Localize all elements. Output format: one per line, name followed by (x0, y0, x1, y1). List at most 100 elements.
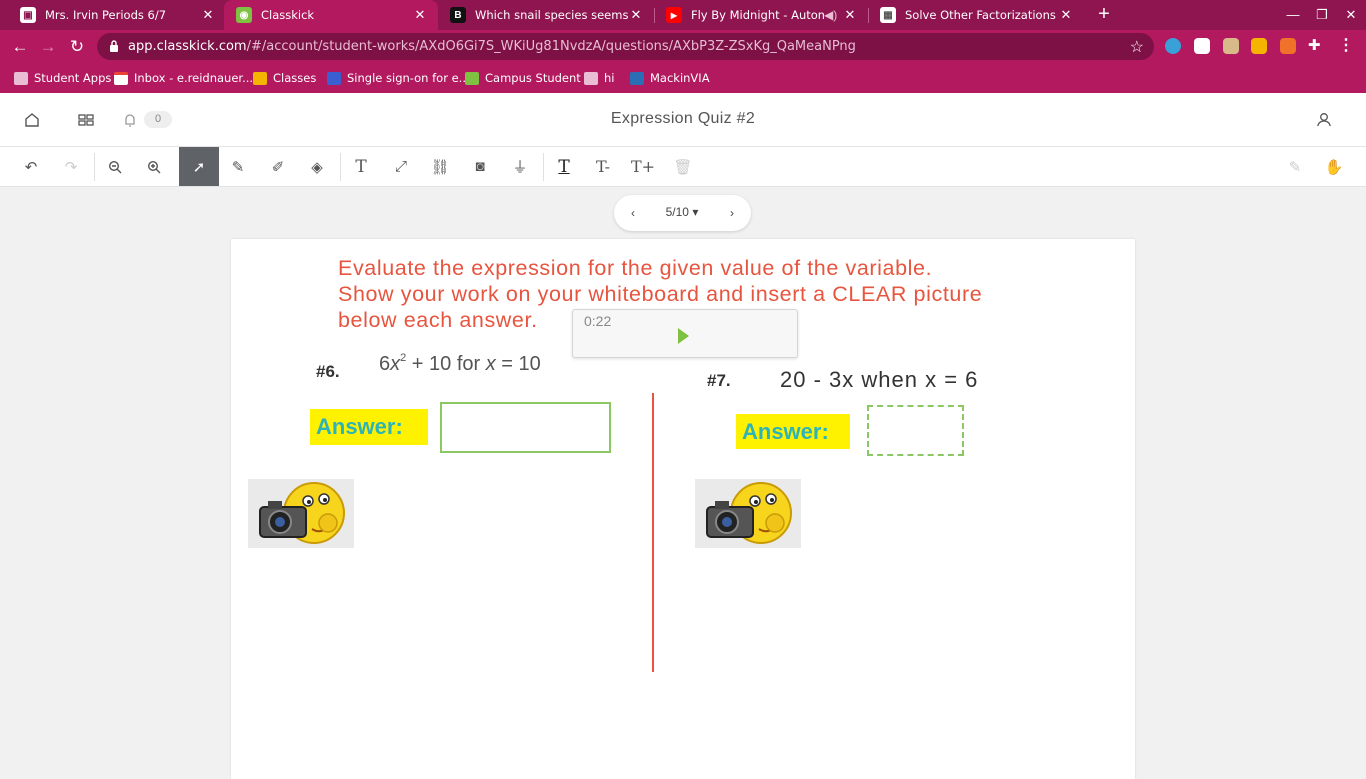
close-icon[interactable]: ✕ (628, 7, 644, 23)
audio-player[interactable]: 0:22 (572, 309, 798, 358)
camera-tool-icon[interactable]: ◙ (460, 147, 500, 186)
highlighter-icon[interactable]: ✐ (258, 147, 298, 186)
minimize-icon[interactable]: — (1278, 0, 1308, 30)
bookmark-hi[interactable]: hi (584, 69, 614, 87)
bookmarks-bar: Student Apps Inbox - e.reidnauer... Clas… (0, 63, 1366, 93)
text-size-increase-icon[interactable]: T+ (623, 147, 663, 186)
campus-icon (465, 71, 479, 85)
browser-toolbar: ← → ↻ app.classkick.com/#/account/studen… (0, 30, 1366, 63)
link-icon[interactable]: ⛓ (420, 147, 460, 186)
browser-menu-icon[interactable]: ⋮ (1338, 35, 1354, 55)
extension-globe-icon[interactable] (1165, 38, 1181, 54)
bookmark-label: hi (604, 71, 615, 85)
tab-title: Fly By Midnight - Automatic (691, 8, 824, 22)
close-icon[interactable]: ✕ (200, 7, 216, 23)
camera-image-6[interactable] (248, 479, 354, 548)
chevron-down-icon: ▾ (692, 205, 699, 219)
zoom-in-icon[interactable] (134, 147, 174, 186)
next-page-icon[interactable]: › (723, 204, 741, 222)
bookmark-student-apps[interactable]: Student Apps (14, 69, 111, 87)
lock-icon (110, 40, 118, 52)
tab-classkick[interactable]: ◉ Classkick ✕ (224, 0, 438, 30)
line-tool-icon[interactable]: ⤢ (381, 147, 421, 186)
pan-hand-icon[interactable]: ✋ (1314, 147, 1354, 186)
extension-robot-icon[interactable] (1223, 38, 1239, 54)
extensions-puzzle-icon[interactable]: ✚ (1308, 38, 1324, 54)
url-path: /#/account/student-works/AXdO6Gi7S_WKiUg… (246, 39, 856, 54)
previous-page-icon[interactable]: ‹ (624, 204, 642, 222)
reload-icon[interactable]: ↻ (66, 36, 88, 58)
classkick-icon: ◉ (236, 7, 252, 23)
user-icon[interactable] (1314, 110, 1334, 130)
extension-arrow-icon[interactable] (1280, 38, 1296, 54)
app-header: 0 Expression Quiz #2 (0, 93, 1366, 147)
hide-tools-icon[interactable]: ✎ (1275, 147, 1315, 186)
url-text: app.classkick.com/#/account/student-work… (128, 39, 856, 54)
text-tool-icon[interactable]: T (341, 147, 381, 186)
tab-title: Solve Other Factorizations 6x2= (905, 8, 1058, 22)
tab-title: Which snail species seems to ha (475, 8, 628, 22)
tab-mrs-irvin[interactable]: ▣ Mrs. Irvin Periods 6/7 ✕ (8, 0, 226, 30)
forward-arrow-icon[interactable]: → (37, 36, 59, 58)
bookmark-mackinvia[interactable]: MackinVIA (630, 69, 710, 87)
page-number: 5/10 (665, 205, 689, 219)
bookmark-label: Campus Student (485, 71, 581, 85)
select-pointer-icon[interactable]: ➚ (179, 147, 219, 186)
eraser-icon[interactable]: ◈ (297, 147, 337, 186)
audio-time: 0:22 (584, 313, 612, 329)
zoom-out-icon[interactable] (95, 147, 135, 186)
page-navigator: ‹ 5/10 ▾ › (614, 195, 751, 231)
extension-screenshot-icon[interactable] (1194, 38, 1210, 54)
question-7-expression: 20 - 3x when x = 6 (780, 367, 979, 392)
bookmark-classes[interactable]: Classes (253, 69, 316, 87)
text-color-icon[interactable]: T (544, 147, 584, 186)
new-tab-button[interactable]: + (1093, 3, 1115, 25)
close-icon[interactable]: ✕ (1058, 7, 1074, 23)
address-bar[interactable]: app.classkick.com/#/account/student-work… (97, 33, 1154, 60)
camera-smiley-icon (706, 482, 792, 544)
bookmark-sso[interactable]: Single sign-on for e... (327, 69, 470, 87)
classroom-icon: ▣ (20, 7, 36, 23)
bookmark-inbox[interactable]: Inbox - e.reidnauer... (114, 69, 253, 87)
page-select[interactable]: 5/10 ▾ (652, 205, 712, 219)
speaker-muted-icon[interactable]: ◀) (824, 8, 842, 22)
tab-youtube[interactable]: ▶ Fly By Midnight - Automatic ◀) ✕ (654, 0, 868, 30)
microphone-icon[interactable]: ⏚ (500, 147, 540, 186)
pen-icon[interactable]: ✎ (218, 147, 258, 186)
question-6-answer-label: Answer: (310, 409, 428, 445)
bookmark-star-icon[interactable]: ☆ (1130, 37, 1144, 57)
back-arrow-icon[interactable]: ← (9, 36, 31, 58)
question-6-answer-field[interactable] (440, 402, 611, 453)
bookmark-campus-student[interactable]: Campus Student (465, 69, 581, 87)
youtube-icon: ▶ (666, 7, 682, 23)
magnifier-minus-graphic (108, 160, 122, 173)
tab-factorizations[interactable]: ▦ Solve Other Factorizations 6x2= ✕ (868, 0, 1084, 30)
question-7-answer-field[interactable] (867, 405, 964, 456)
camera-smiley-icon (259, 482, 345, 544)
brainly-icon: B (450, 7, 466, 23)
extension-thumbs-icon[interactable] (1251, 38, 1267, 54)
tab-title: Mrs. Irvin Periods 6/7 (45, 8, 167, 22)
trash-icon[interactable]: 🗑︎ (663, 147, 703, 186)
folder-icon (584, 71, 598, 85)
gmail-icon (114, 71, 128, 85)
page-title: Expression Quiz #2 (610, 110, 756, 127)
worksheet-canvas[interactable]: Evaluate the expression for the given va… (231, 239, 1135, 779)
redo-icon[interactable]: ↷ (51, 147, 91, 186)
text-size-decrease-icon[interactable]: T- (583, 147, 623, 186)
classes-icon (253, 71, 267, 85)
close-icon[interactable]: ✕ (842, 7, 858, 23)
close-icon[interactable]: ✕ (412, 7, 428, 23)
camera-image-7[interactable] (695, 479, 801, 548)
tab-snail[interactable]: B Which snail species seems to ha ✕ (438, 0, 654, 30)
play-icon[interactable] (678, 328, 689, 344)
undo-icon[interactable]: ↶ (11, 147, 51, 186)
classlink-icon (327, 71, 341, 85)
expression-rest: + 10 for (406, 353, 486, 375)
bookmark-label: MackinVIA (650, 71, 710, 85)
magnifier-plus-graphic (147, 160, 161, 173)
tab-title: Classkick (261, 8, 315, 22)
mackin-icon (630, 71, 644, 85)
close-window-icon[interactable]: ✕ (1336, 0, 1366, 30)
restore-icon[interactable]: ❐ (1307, 0, 1337, 30)
